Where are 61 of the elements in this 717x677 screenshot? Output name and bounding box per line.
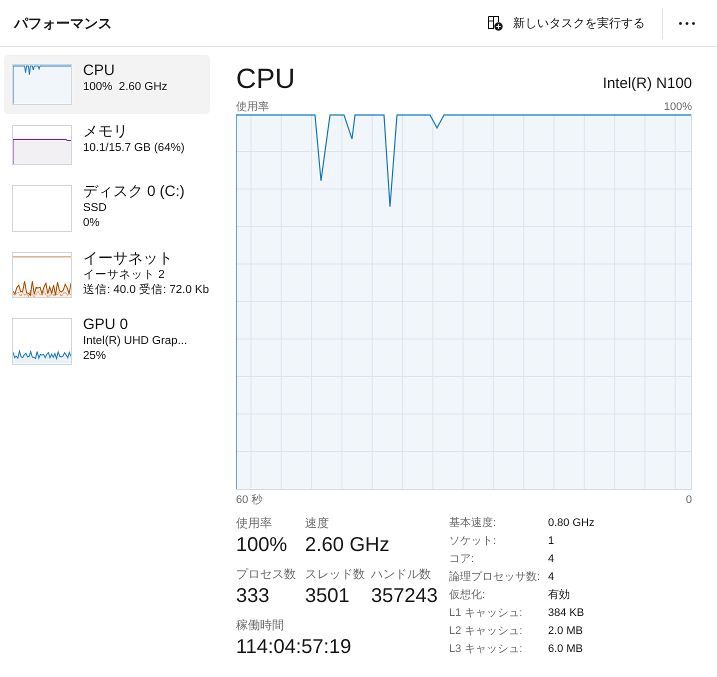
stat-value: 333 (236, 584, 270, 608)
spec-value: 4 (548, 552, 554, 567)
spec-label: L1 キャッシュ: (449, 606, 524, 621)
stat-label: 使用率 (236, 515, 272, 531)
stat-value: 2.60 GHz (305, 533, 390, 557)
stat-label: 稼働時間 (236, 617, 284, 633)
spec-value: 384 KB (548, 606, 584, 621)
resource-name: ディスク 0 (C:) (83, 182, 185, 202)
sparkline-drawing (12, 252, 72, 298)
empty-graph-drawing (12, 185, 72, 232)
sparkline-drawing (12, 124, 72, 166)
resource-name: GPU 0 (83, 315, 128, 334)
spec-value: 有効 (548, 588, 570, 603)
sparkline-drawing (12, 318, 72, 365)
spec-label: 仮想化: (449, 588, 486, 603)
resource-stat: 10.1/15.7 GB (64%) (83, 140, 185, 156)
spec-label: 論理プロセッサ数: (449, 570, 542, 585)
stat-value: 3501 (305, 584, 350, 608)
processor-name: Intel(R) N100 (602, 74, 692, 94)
resource-stat: 25% (83, 349, 106, 364)
spec-value: 2.0 MB (548, 624, 583, 639)
time-span-label: 60 秒 (236, 493, 262, 507)
run-task-button[interactable]: 新しいタスクを実行する (479, 7, 653, 39)
resource-stat: 100% 2.60 GHz (83, 80, 168, 95)
stat-label: プロセス数 (236, 566, 296, 582)
stat-value: 357243 (371, 584, 439, 608)
stat-value: 114:04:57:19 (236, 635, 352, 659)
spec-label: コア: (449, 552, 476, 567)
sidebar-item[interactable]: CPU 100% 2.60 GHz (4, 55, 210, 114)
spec-label: L2 キャッシュ: (449, 624, 524, 639)
sidebar-item[interactable]: メモリ 10.1/15.7 GB (64%) (4, 116, 210, 174)
spec-label: 基本速度: (449, 516, 498, 531)
axis-max-label: 100% (664, 100, 692, 114)
resource-stat: 0% (83, 216, 100, 232)
sidebar-item[interactable]: GPU 0 Intel(R) UHD Grap... 25% (4, 309, 210, 374)
stat-label: スレッド数 (305, 566, 365, 582)
resource-stat: 送信: 40.0 受信: 72.0 Kb (83, 282, 210, 298)
spec-value: 6.0 MB (548, 642, 583, 657)
stat-label: 速度 (305, 515, 329, 531)
sidebar-item[interactable]: イーサネット イーサネット 2 送信: 40.0 受信: 72.0 Kb (4, 242, 210, 308)
time-end-label: 0 (686, 493, 692, 507)
stat-value: 100% (236, 533, 288, 557)
resource-stat: SSD (83, 201, 107, 216)
sidebar-item[interactable]: ディスク 0 (C:) SSD 0% (4, 176, 210, 241)
resource-title: CPU (236, 62, 296, 96)
spec-label: L3 キャッシュ: (449, 642, 524, 657)
resource-stat: イーサネット 2 (83, 268, 165, 283)
spec-label: ソケット: (449, 534, 498, 549)
resource-stat: Intel(R) UHD Grap... (83, 334, 188, 350)
plus-box-icon (487, 15, 503, 31)
resource-name: イーサネット (83, 248, 173, 268)
more-icon (679, 22, 695, 24)
sparkline-drawing (12, 64, 72, 105)
resource-name: CPU (83, 61, 115, 80)
graph-title: 使用率 (236, 100, 269, 114)
spec-value: 0.80 GHz (548, 516, 594, 531)
page-title: パフォーマンス (12, 14, 112, 32)
stat-label: ハンドル数 (371, 566, 431, 582)
spec-value: 1 (548, 534, 554, 549)
spec-value: 4 (548, 570, 554, 585)
resource-name: メモリ (83, 122, 128, 141)
